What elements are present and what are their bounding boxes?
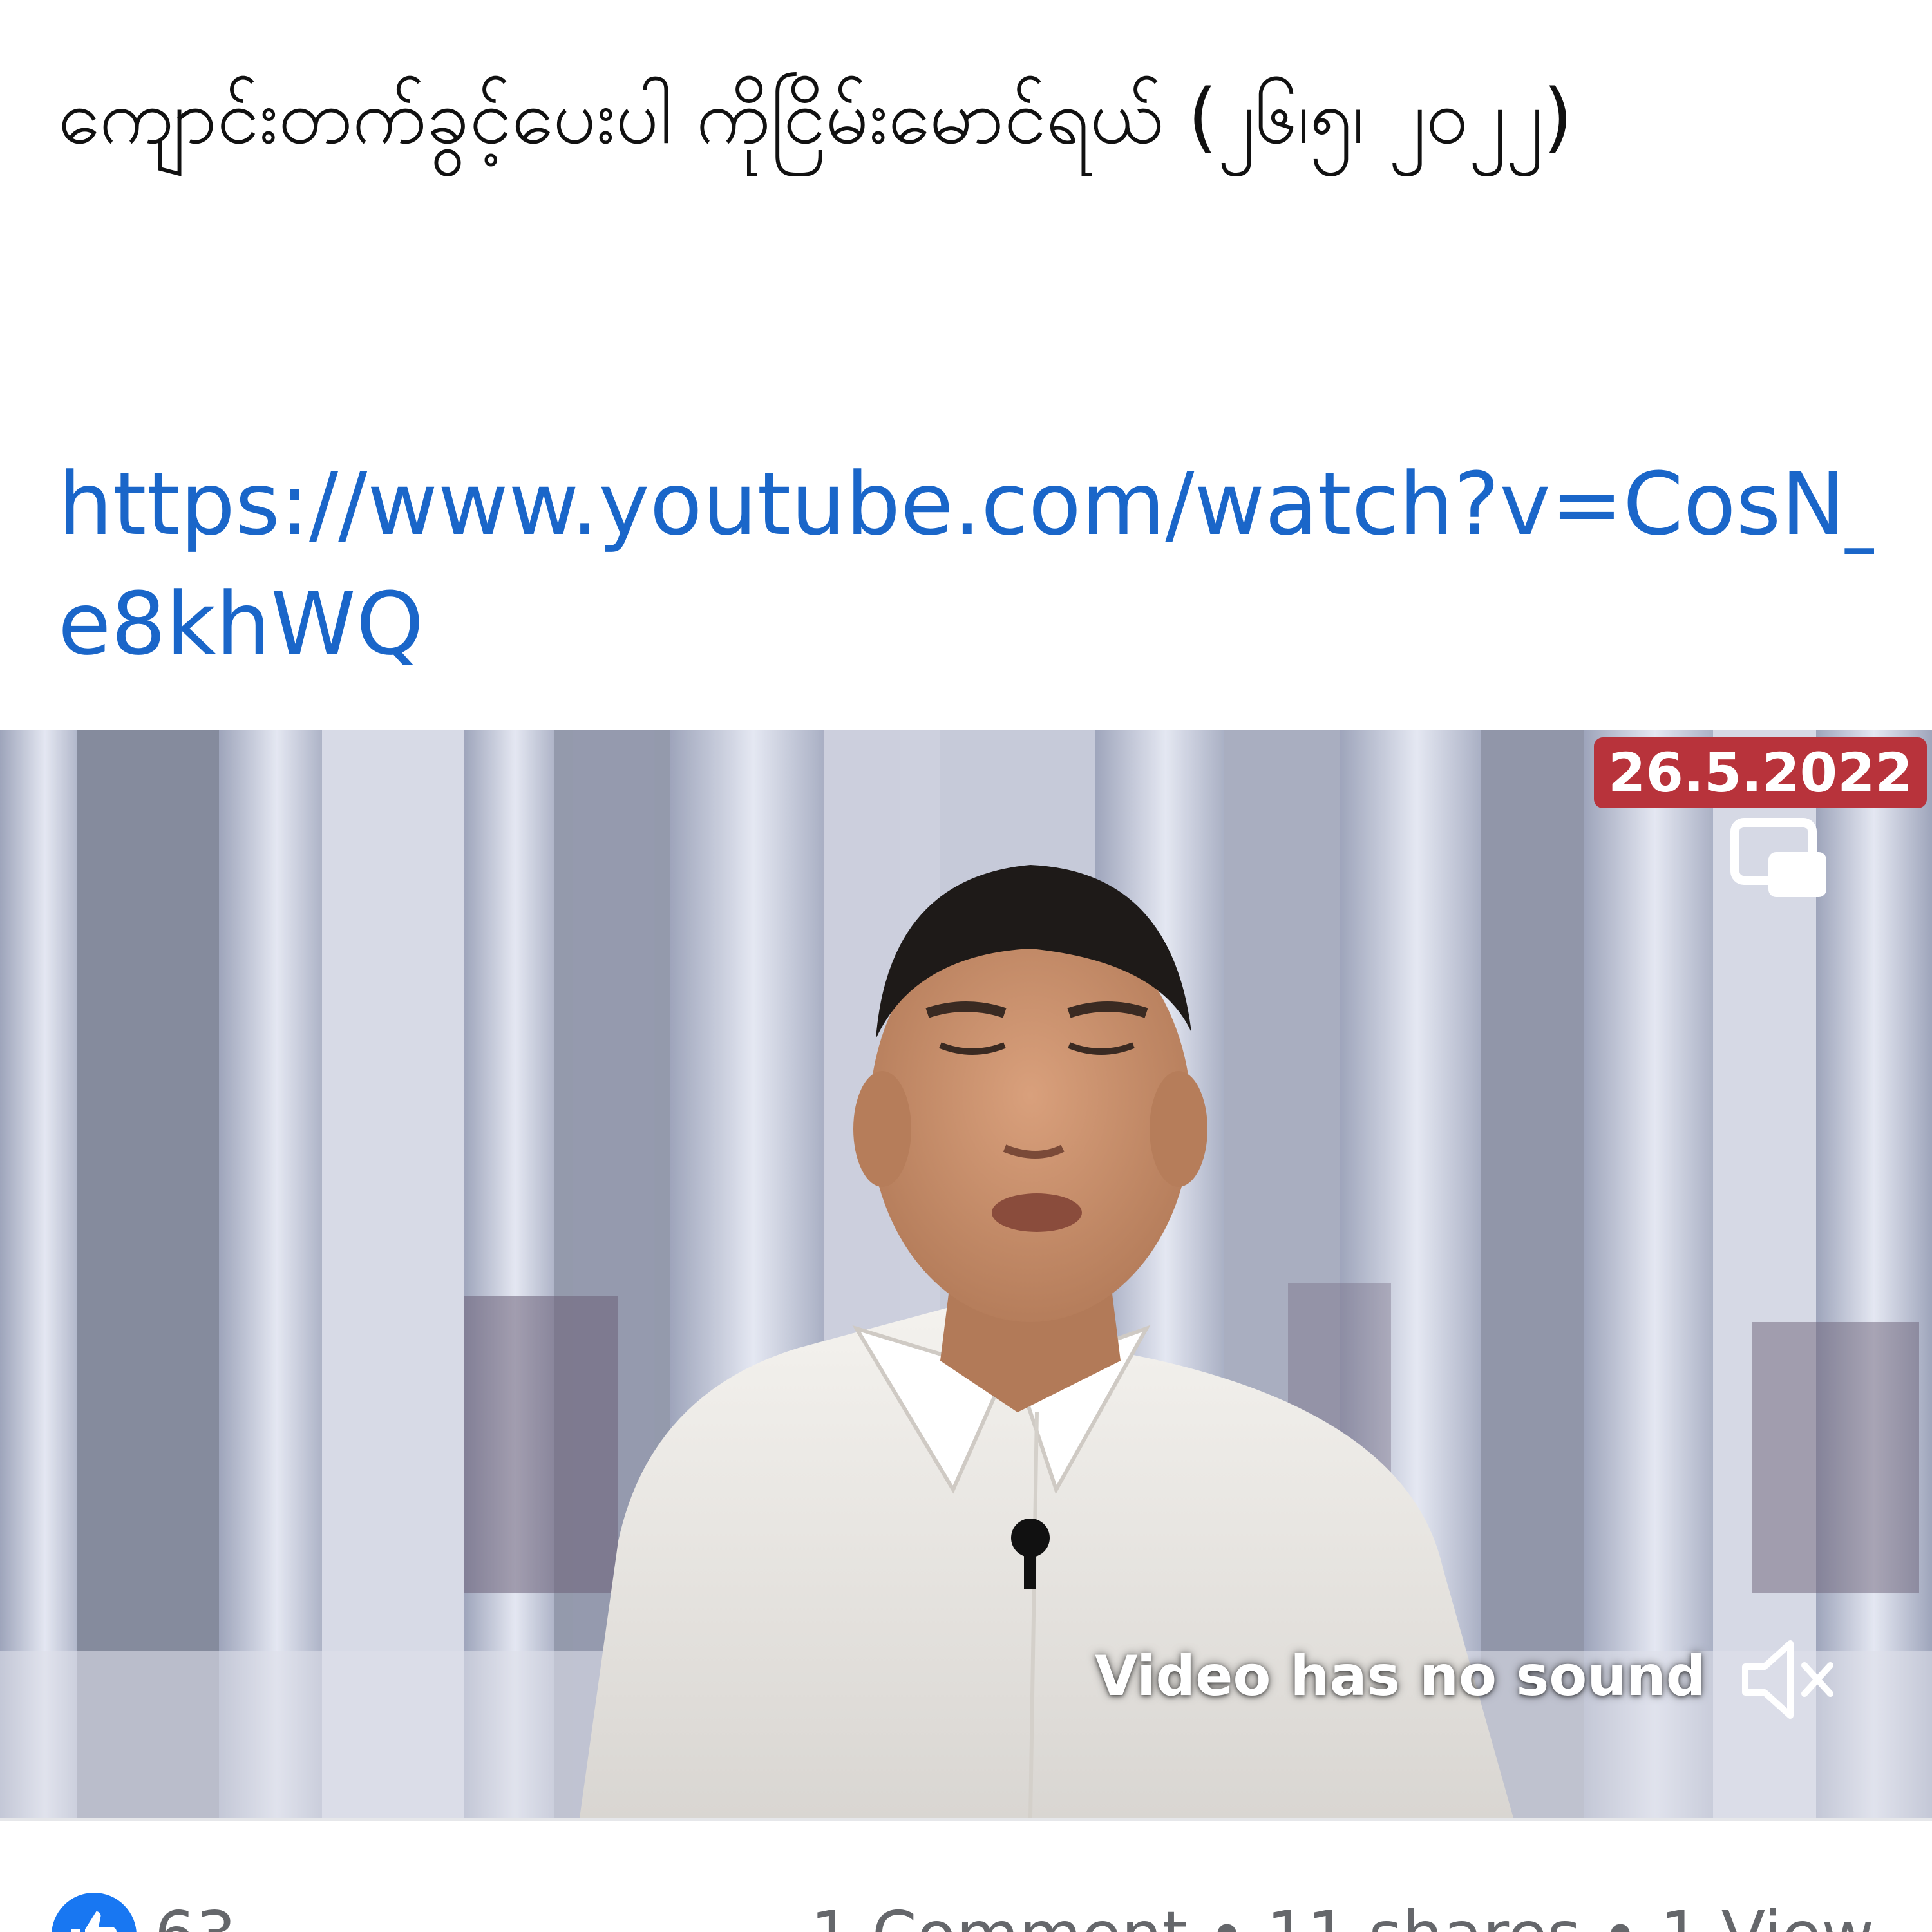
engagement-stats: 1 Comment • 11 shares • 1 View bbox=[810, 1890, 1874, 1932]
separator: • bbox=[1602, 1897, 1640, 1932]
date-badge: 26.5.2022 bbox=[1594, 737, 1927, 808]
post-footer: 63 1 Comment • 11 shares • 1 View bbox=[0, 1818, 1932, 1932]
shares-link[interactable]: 11 shares bbox=[1266, 1897, 1580, 1932]
post-text: ကျောင်းတက်ခွင့်ပေးပါ ကိုငြိမ်းမောင်ရယ် (… bbox=[58, 0, 1874, 728]
post-link[interactable]: https://www.youtube.com/watch?v=CosN_e8k… bbox=[58, 444, 1874, 684]
post-title: ကျောင်းတက်ခွင့်ပေးပါ ကိုငြိမ်းမောင်ရယ် (… bbox=[58, 72, 1573, 161]
mute-button[interactable] bbox=[1732, 1634, 1842, 1725]
picture-in-picture-button[interactable] bbox=[1726, 813, 1835, 904]
video-player[interactable]: 26.5.2022 Video has no sound bbox=[0, 730, 1932, 1818]
no-sound-label: Video has no sound bbox=[1095, 1644, 1706, 1709]
views-link[interactable]: 1 View bbox=[1660, 1897, 1874, 1932]
like-count: 63 bbox=[155, 1890, 236, 1932]
picture-in-picture-icon bbox=[1730, 818, 1826, 897]
speaker-muted-icon bbox=[1742, 1640, 1833, 1719]
separator: • bbox=[1208, 1897, 1246, 1932]
comments-link[interactable]: 1 Comment bbox=[810, 1897, 1187, 1932]
reactions-summary[interactable]: 63 bbox=[52, 1890, 236, 1932]
thumbs-up-icon bbox=[52, 1893, 137, 1932]
